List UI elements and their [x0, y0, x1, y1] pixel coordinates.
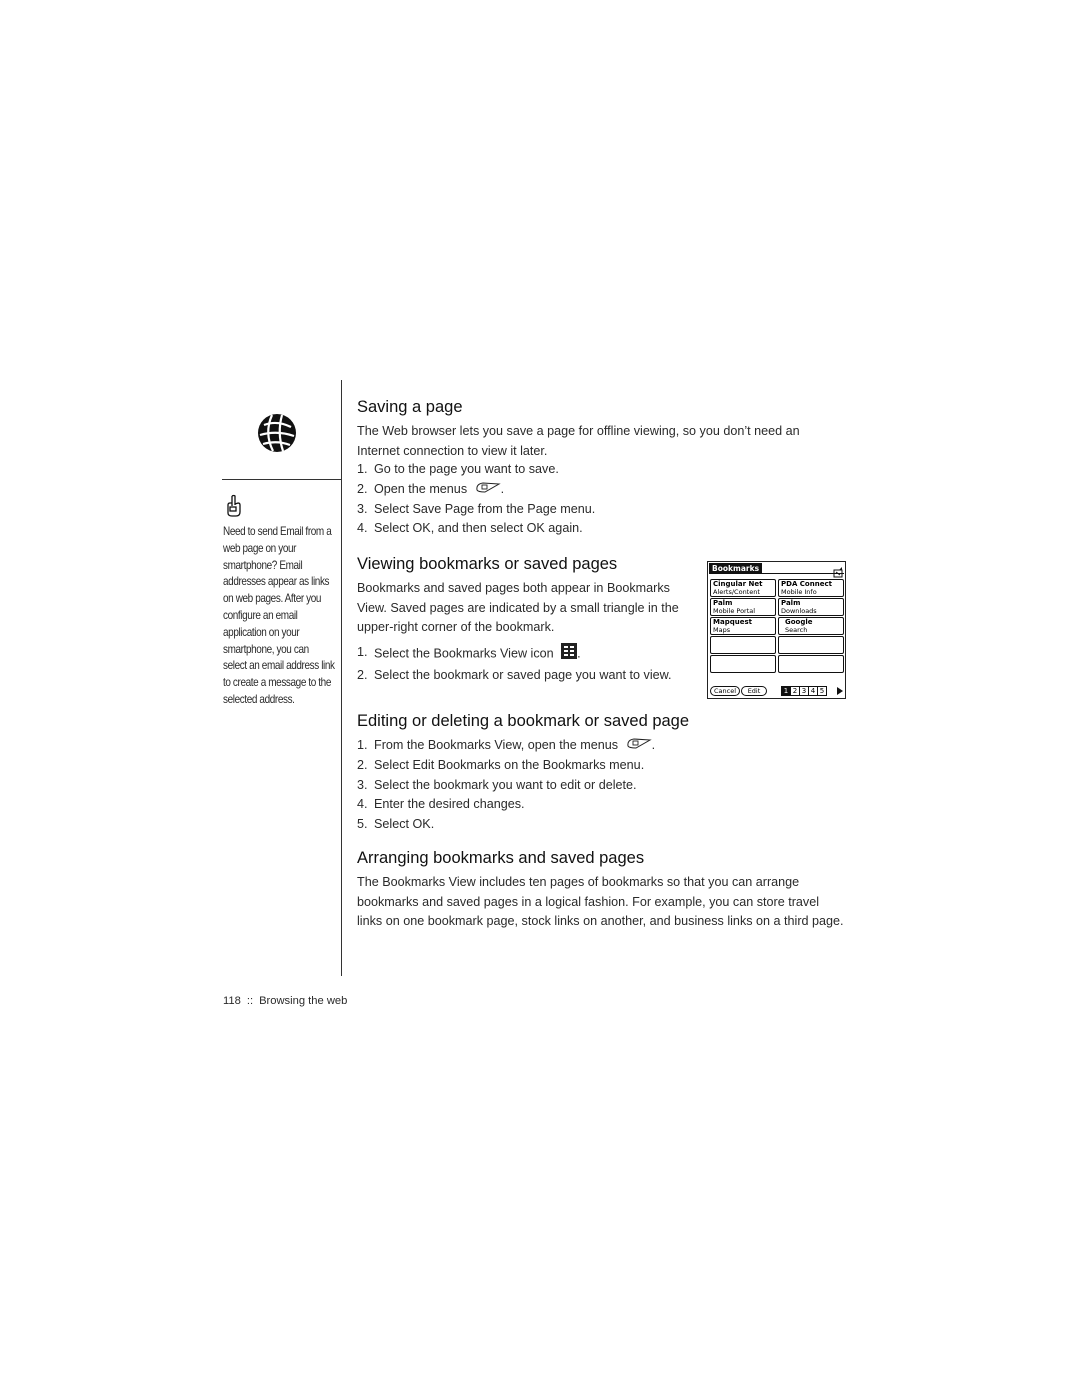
screen-bottom-bar: Cancel Edit 1 2 3 4 5	[710, 686, 844, 697]
page-number: 118	[223, 995, 241, 1007]
bookmark-cell: Cingular Net Alerts/Content	[710, 579, 776, 597]
step: 1. Go to the page you want to save.	[357, 462, 559, 476]
bookmark-cell: Mapquest Maps	[710, 617, 776, 635]
bookmarks-screen-image: Bookmarks Cingular Net Alerts/Content PDA…	[707, 561, 846, 699]
menu-key-icon	[475, 480, 501, 500]
chapter-title: Browsing the web	[259, 995, 348, 1007]
menu-key-icon	[626, 736, 652, 756]
step: 3. Select Save Page from the Page menu.	[357, 501, 596, 516]
section-intro-viewing: Bookmarks and saved pages both appear in…	[357, 581, 679, 635]
screen-cancel-button: Cancel	[710, 686, 740, 696]
screen-page-5: 5	[817, 686, 827, 696]
step: 1. Select the Bookmarks View icon .	[357, 643, 672, 666]
bookmark-cell: Palm Downloads	[778, 598, 844, 616]
steps-editing: 1. From the Bookmarks View, open the menu…	[357, 736, 655, 835]
bookmark-cell: PDA Connect Mobile Info	[778, 579, 844, 597]
bookmark-cell-empty	[778, 655, 844, 673]
step: 4. Select OK, and then select OK again.	[357, 521, 583, 536]
bookmark-cell-empty	[710, 636, 776, 654]
section-heading-saving: Saving a page	[357, 398, 463, 416]
title-underline	[709, 573, 844, 574]
bookmark-cell-empty	[710, 655, 776, 673]
saved-page-icon	[833, 563, 843, 578]
page-footer: 118:: Browsing the web	[223, 995, 347, 1007]
pointing-hand-icon	[225, 494, 243, 518]
section-heading-editing: Editing or deleting a bookmark or saved …	[357, 712, 690, 730]
step: 1. From the Bookmarks View, open the menu…	[357, 736, 655, 756]
bookmark-cell: Google Search	[778, 617, 844, 635]
step: 4. Enter the desired changes.	[357, 797, 525, 812]
bookmark-grid: Cingular Net Alerts/Content PDA Connect Mo…	[710, 579, 844, 673]
screen-edit-button: Edit	[741, 686, 767, 696]
step: 2. Select the bookmark or saved page you …	[357, 667, 672, 682]
step: 5. Select OK.	[357, 817, 435, 831]
section-heading-arranging: Arranging bookmarks and saved pages	[357, 849, 645, 867]
bookmark-cell: Palm Mobile Portal	[710, 598, 776, 616]
column-divider	[341, 380, 342, 976]
screen-page-selector: 1 2 3 4 5	[781, 686, 827, 696]
bookmark-cell-empty	[778, 636, 844, 654]
step: 2. Open the menus .	[357, 480, 595, 500]
step: 2. Select Edit Bookmarks on the Bookmarks…	[357, 757, 645, 772]
step: 3. Select the bookmark you want to edit o…	[357, 777, 637, 792]
sidebar-divider	[222, 479, 342, 480]
tip-text: Need to send Email from a web page on yo…	[223, 525, 335, 706]
bookmarks-view-icon	[561, 643, 578, 666]
steps-saving: 1. Go to the page you want to save. 2. Ope…	[357, 460, 595, 539]
section-heading-viewing: Viewing bookmarks or saved pages	[357, 555, 618, 573]
footer-separator: ::	[246, 995, 254, 1007]
steps-viewing: 1. Select the Bookmarks View icon . 2. Sel…	[357, 643, 672, 685]
globe-icon	[255, 411, 299, 455]
next-page-arrow-icon	[837, 687, 843, 695]
section-intro-arranging: The Bookmarks View includes ten pages of…	[357, 875, 844, 929]
section-intro-saving: The Web browser lets you save a page for…	[357, 424, 800, 458]
